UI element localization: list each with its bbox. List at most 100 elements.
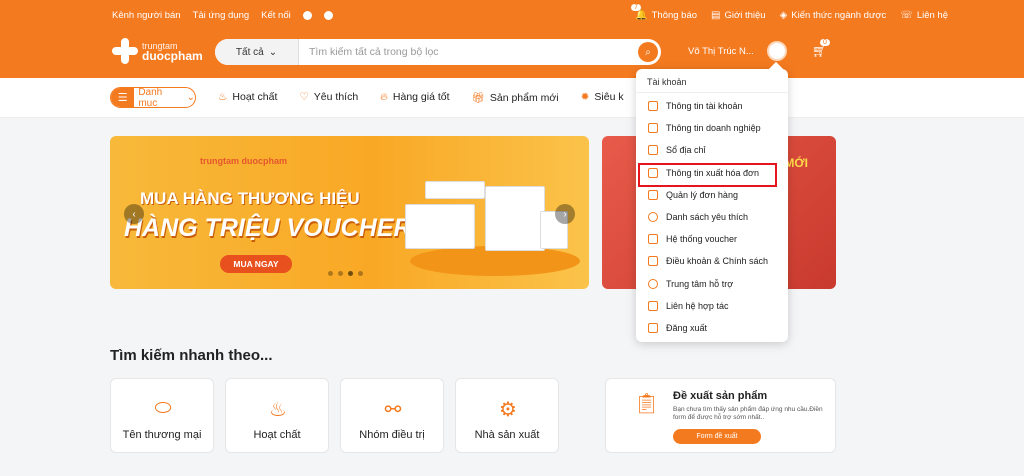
product-image [425,181,485,199]
phone-icon [648,300,658,311]
menu-label: Trung tâm hỗ trợ [666,278,734,289]
menu-item-business-info[interactable]: Thông tin doanh nghiệp [636,117,788,139]
menu-item-terms[interactable]: Điều khoản & Chính sách [636,250,788,272]
capsule-icon: ⬭ [154,397,172,419]
download-app-link[interactable]: Tải ứng dụng [193,10,250,21]
quick-search-label: Hoạt chất [253,429,301,441]
quick-search-title: Tìm kiếm nhanh theo... [110,347,273,364]
nav-item-active-ingredient[interactable]: ♨ Hoạt chất [218,91,277,104]
nav-label: Hàng giá tốt [392,91,450,103]
nav-items: ♨ Hoạt chất ♡ Yêu thích 🔥︎ Hàng giá tốt 🎁︎ S… [218,91,624,104]
menu-item-vouchers[interactable]: Hệ thống voucher [636,228,788,250]
nav-item-new-products[interactable]: 🎁︎ Sản phẩm mới [472,91,559,104]
menu-item-address-book[interactable]: Sổ địa chỉ [636,139,788,161]
user-name[interactable]: Võ Thị Trúc N... [688,46,754,57]
car-icon [648,123,658,134]
search-input[interactable]: Tìm kiếm tất cả trong bộ lọc [299,46,638,58]
quick-search-treatment-group[interactable]: ⚯ Nhóm điều trị [340,378,444,453]
menu-item-order-management[interactable]: Quản lý đơn hàng [636,184,788,206]
mortar-icon: ♨ [269,399,287,421]
menu-item-support[interactable]: Trung tâm hỗ trợ [636,273,788,295]
menu-label: Liên hệ hợp tác [666,300,729,311]
menu-item-invoice-info[interactable]: Thông tin xuất hóa đơn [636,162,788,187]
category-menu-label: Danh mục [138,86,163,109]
top-links: Kênh người bán Tải ứng dụng Kết nối [112,10,333,21]
buy-now-button[interactable]: MUA NGAY [220,255,292,273]
carousel-dot[interactable] [358,271,363,276]
doc-icon [648,189,658,200]
search-category-label: Tất cả [235,46,264,58]
site-logo[interactable]: trungtam duocpham [112,38,203,64]
nav-item-favorites[interactable]: ♡ Yêu thích [299,91,358,104]
connect-link[interactable]: Kết nối [261,10,291,21]
cart-badge: 0 [820,39,830,46]
nav-label: Hoạt chất [232,91,278,103]
product-image [485,186,545,251]
notification-badge: 7 [631,4,642,11]
logout-icon [648,322,658,333]
avatar[interactable] [767,41,787,61]
book-icon [648,145,658,156]
carousel-dot[interactable] [348,271,353,276]
mortar-icon: ♨ [218,91,228,103]
proposal-title: Đề xuất sản phẩm [673,390,768,402]
nav-item-super[interactable]: ✹ Siêu k [581,91,624,104]
menu-label: Quản lý đơn hàng [666,189,738,200]
search-button[interactable]: ⌕ [638,42,658,62]
pharma-knowledge-link[interactable]: ◈ Kiến thức ngành dược [780,10,887,21]
promo-banner[interactable]: trungtam duocpham MUA HÀNG THƯƠNG HIỆU H… [110,136,589,289]
cart-icon: 🛒︎ [812,44,828,58]
quick-search-label: Tên thương mại [122,429,202,441]
banner-brand: trungtam duocpham [200,156,287,166]
clipboard-icon: 📋︎ [634,393,660,415]
carousel-dot[interactable] [328,271,333,276]
voucher-icon [648,234,658,245]
zalo-icon[interactable] [323,11,333,20]
nav-label: Sản phẩm mới [489,92,559,104]
quick-search-trade-name[interactable]: ⬭ Tên thương mại [110,378,214,453]
carousel-prev-button[interactable]: ‹ [124,204,144,224]
star-icon: ✹ [580,91,590,103]
contact-label: Liên hệ [916,10,948,21]
quick-search-label: Nhà sản xuất [474,429,540,441]
account-menu-title: Tài khoản [647,77,687,87]
nav-label: Yêu thích [313,91,359,103]
menu-item-logout[interactable]: Đăng xuất [636,317,788,339]
carousel-dot[interactable] [338,271,343,276]
quick-search-label: Nhóm điều trị [359,429,425,441]
carousel-next-button[interactable]: › [555,204,575,224]
product-image [405,204,475,249]
nav-item-best-price[interactable]: 🔥︎ Hàng giá tốt [380,91,449,104]
about-link[interactable]: ▤ Giới thiệu [711,10,766,21]
account-menu-list: Thông tin tài khoản Thông tin doanh nghi… [636,95,788,339]
menu-label: Thông tin tài khoản [666,101,743,112]
quick-search-active-ingredient[interactable]: ♨ Hoạt chất [225,378,329,453]
menu-label: Điều khoản & Chính sách [666,256,769,267]
banner-headline: MUA HÀNG THƯƠNG HIỆU [140,189,360,208]
product-proposal-card: 📋︎ Đề xuất sản phẩm Bạn chưa tìm thấy sả… [605,378,836,453]
facebook-icon[interactable] [302,11,312,20]
cart-button[interactable]: 🛒︎ 0 [812,39,830,58]
pill-icon: ◈ [779,10,788,21]
menu-item-wishlist[interactable]: Danh sách yêu thích [636,206,788,228]
hamburger-icon: ☰ [111,88,135,107]
about-label: Giới thiệu [724,10,766,21]
policy-icon [648,256,658,267]
logo-mark-icon [112,38,138,64]
banner-subheadline: HÀNG TRIỆU VOUCHER [124,214,412,242]
menu-item-account-info[interactable]: Thông tin tài khoản [636,95,788,117]
seller-channel-link[interactable]: Kênh người bán [112,10,181,21]
contact-link[interactable]: ☏ Liên hệ [900,10,948,21]
notification-label: Thông báo [651,10,698,21]
category-menu-button[interactable]: ☰ Danh mục ⌄ [110,86,196,109]
proposal-form-button[interactable]: Form đề xuất [673,429,761,444]
heart-icon: ♡ [299,91,309,103]
quick-search-manufacturer[interactable]: ⚙ Nhà sản xuất [455,378,559,453]
account-menu: Tài khoản Thông tin tài khoản Thông tin … [636,61,788,342]
menu-item-partnership[interactable]: Liên hệ hợp tác [636,295,788,317]
factory-gear-icon: ⚙ [499,399,517,421]
heart-icon [648,212,658,223]
notification-link[interactable]: 🔔 7 Thông báo [631,4,698,21]
search-category-select[interactable]: Tất cả ⌄ [215,39,299,65]
divider [636,92,788,93]
